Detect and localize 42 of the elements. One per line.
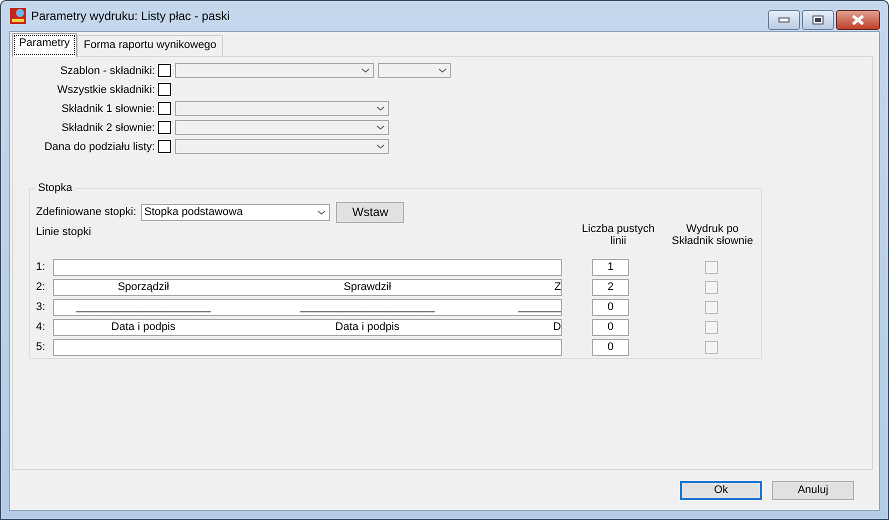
tab[interactable]: Forma raportu wynikowego — [76, 35, 224, 56]
row-number: 1: — [36, 261, 46, 273]
chevron-down-icon — [376, 125, 385, 130]
dropdown[interactable]: Stopka podstawowa — [141, 204, 330, 220]
column-header: Wydruk po Składnik słownie — [670, 223, 754, 247]
row-number: 4: — [36, 321, 46, 333]
column-header: Liczba pustych linii — [580, 223, 656, 247]
text-field[interactable] — [53, 258, 562, 276]
section-label: Linie stopki — [36, 226, 92, 238]
checkbox[interactable] — [158, 140, 171, 153]
chevron-down-icon — [376, 144, 385, 149]
cancel-button[interactable]: Anuluj — [772, 480, 854, 500]
field-label: Składnik 2 słownie: — [60, 122, 156, 134]
field-label: Składnik 1 słownie: — [60, 102, 156, 114]
checkbox[interactable] — [158, 64, 171, 77]
minimize-button[interactable] — [768, 10, 800, 30]
checkbox[interactable] — [158, 102, 171, 115]
chevron-down-icon — [361, 68, 370, 73]
close-button[interactable] — [836, 10, 880, 30]
field-label: Wszystkie składniki: — [56, 84, 156, 96]
app-icon — [10, 8, 26, 24]
close-icon — [851, 15, 865, 25]
field-label: Zdefiniowane stopki: — [36, 206, 136, 218]
group-title: Stopka — [35, 182, 76, 194]
chevron-down-icon — [317, 210, 326, 214]
insert-button[interactable]: Wstaw — [336, 202, 404, 222]
chevron-down-icon — [376, 106, 385, 111]
chevron-down-icon — [438, 68, 447, 73]
row-number: 5: — [36, 341, 46, 353]
minimize-icon — [778, 17, 790, 23]
window-title: Parametry wydruku: Listy płac - paski — [31, 9, 230, 23]
ok-button[interactable]: Ok — [680, 480, 762, 500]
maximize-icon — [812, 15, 824, 25]
checkbox[interactable] — [158, 83, 171, 96]
checkbox[interactable] — [158, 121, 171, 134]
row-number: 3: — [36, 301, 46, 313]
field-label: Dana do podziału listy: — [43, 140, 156, 152]
field-label: Szablon - składniki: — [59, 64, 156, 76]
tab[interactable]: Parametry — [12, 33, 77, 57]
maximize-button[interactable] — [802, 10, 834, 30]
text-field[interactable] — [53, 338, 562, 356]
row-number: 2: — [36, 281, 46, 293]
